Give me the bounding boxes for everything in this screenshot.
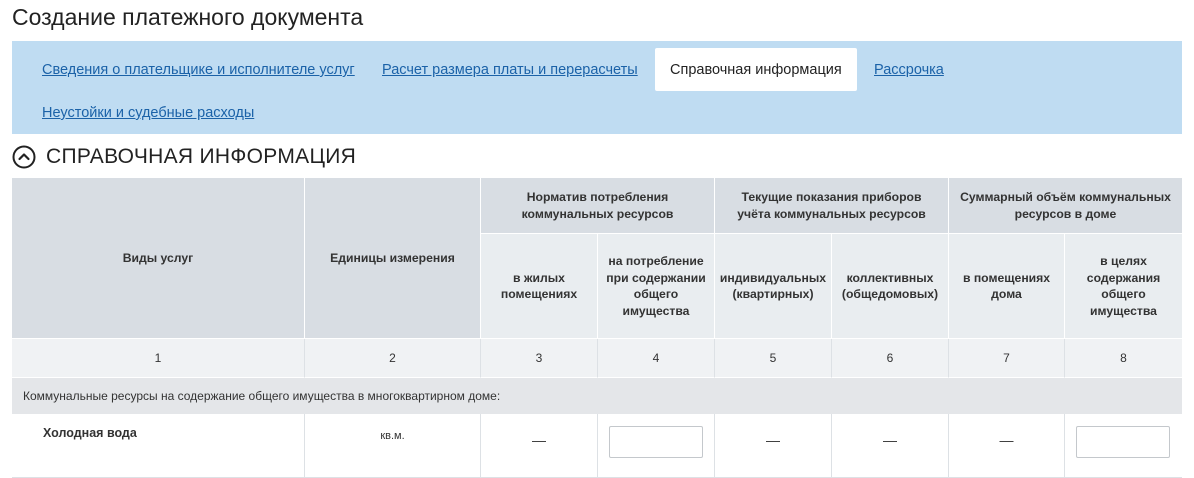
norm-common-input[interactable] bbox=[609, 426, 703, 458]
row-total-common-cell bbox=[1065, 414, 1182, 478]
tab-installment[interactable]: Рассрочка bbox=[874, 62, 944, 78]
header-meters-collective: коллективных (общедомовых) bbox=[832, 234, 949, 339]
header-units: Единицы измерения bbox=[305, 178, 481, 339]
column-number: 2 bbox=[305, 339, 481, 378]
tab-penalties[interactable]: Неустойки и судебные расходы bbox=[42, 105, 254, 121]
column-number: 5 bbox=[715, 339, 832, 378]
row-norm-common-cell bbox=[598, 414, 715, 478]
header-total-premises: в помещениях дома bbox=[949, 234, 1065, 339]
header-norm-living: в жилых помещениях bbox=[481, 234, 598, 339]
section-header[interactable]: СПРАВОЧНАЯ ИНФОРМАЦИЯ bbox=[12, 143, 356, 171]
column-number: 7 bbox=[949, 339, 1065, 378]
row-meters-collective: — bbox=[832, 414, 949, 478]
row-service-name: Холодная вода bbox=[12, 414, 305, 478]
tabs-bar: Сведения о плательщике и исполнителе усл… bbox=[12, 41, 1182, 134]
tab-reference-info[interactable]: Справочная информация bbox=[655, 48, 857, 91]
total-common-input[interactable] bbox=[1076, 426, 1170, 458]
header-meters-group: Текущие показания приборов учёта коммуна… bbox=[715, 178, 949, 234]
header-total-common: в целях содержания общего имущества bbox=[1065, 234, 1182, 339]
header-services: Виды услуг bbox=[12, 178, 305, 339]
row-meters-individual: — bbox=[715, 414, 832, 478]
header-total-group: Суммарный объём коммунальных ресурсов в … bbox=[949, 178, 1182, 234]
group-row-common-property: Коммунальные ресурсы на содержание общег… bbox=[12, 378, 1182, 414]
header-norm-group: Норматив потребления коммунальных ресурс… bbox=[481, 178, 715, 234]
header-meters-individual: индивидуальных (квартирных) bbox=[715, 234, 832, 339]
row-norm-living: — bbox=[481, 414, 598, 478]
column-number: 6 bbox=[832, 339, 949, 378]
column-number: 3 bbox=[481, 339, 598, 378]
column-number: 8 bbox=[1065, 339, 1182, 378]
tab-payment-calculation[interactable]: Расчет размера платы и перерасчеты bbox=[382, 62, 638, 78]
header-norm-common: на потребление при содержании общего иму… bbox=[598, 234, 715, 339]
tab-payer-info[interactable]: Сведения о плательщике и исполнителе усл… bbox=[42, 62, 355, 78]
row-total-premises: — bbox=[949, 414, 1065, 478]
chevron-up-circle-icon[interactable] bbox=[12, 145, 36, 169]
page-title: Создание платежного документа bbox=[12, 4, 364, 30]
row-unit: кв.м. bbox=[305, 414, 481, 478]
section-title: СПРАВОЧНАЯ ИНФОРМАЦИЯ bbox=[46, 145, 357, 168]
column-number: 4 bbox=[598, 339, 715, 378]
reference-info-table: Виды услуг Единицы измерения Норматив по… bbox=[12, 178, 1182, 478]
column-number: 1 bbox=[12, 339, 305, 378]
